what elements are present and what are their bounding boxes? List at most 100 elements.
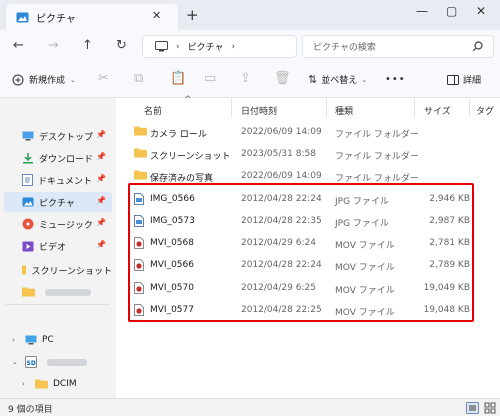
sidebar-item-label: ドキュメント bbox=[38, 176, 93, 187]
pictures-icon bbox=[16, 12, 29, 22]
file-name: カメラ ロール bbox=[150, 130, 207, 140]
up-icon[interactable]: ↑ bbox=[82, 38, 93, 53]
monitor-icon bbox=[155, 41, 168, 52]
column-divider bbox=[469, 98, 470, 118]
sidebar-item-videos[interactable]: ビデオ 📌 bbox=[4, 236, 112, 256]
chevron-right-icon: › bbox=[12, 336, 15, 344]
search-input[interactable]: ピクチャの検索 bbox=[313, 40, 376, 53]
status-bar: 9 個の項目 bbox=[0, 398, 500, 416]
sidebar-item-sd-card[interactable]: ⌄ SD bbox=[4, 352, 112, 372]
pin-icon: 📌 bbox=[96, 218, 106, 227]
maximize-icon[interactable]: ▢ bbox=[446, 4, 457, 18]
sidebar-divider bbox=[6, 304, 110, 305]
more-options-button[interactable]: ••• bbox=[385, 74, 406, 85]
search-box[interactable]: ピクチャの検索 bbox=[302, 35, 494, 58]
search-icon bbox=[472, 41, 483, 52]
close-window-icon[interactable]: ✕ bbox=[476, 4, 486, 18]
column-header-type[interactable]: 種類 bbox=[335, 104, 353, 117]
sidebar-item-pictures[interactable]: ピクチャ 📌 bbox=[4, 192, 112, 212]
delete-icon[interactable]: 🗑 bbox=[274, 71, 291, 86]
pc-icon bbox=[25, 335, 37, 345]
new-tab-icon[interactable]: + bbox=[186, 6, 199, 24]
chevron-right-icon: › bbox=[231, 41, 236, 52]
copy-icon[interactable]: ⧉ bbox=[134, 71, 143, 86]
new-button[interactable]: 新規作成 ⌄ bbox=[12, 73, 76, 86]
rename-icon[interactable]: ▭ bbox=[204, 71, 216, 86]
sort-button[interactable]: ⇅ 並べ替え ⌄ bbox=[308, 73, 367, 86]
sidebar-item-label: ピクチャ bbox=[39, 198, 75, 209]
sidebar-item-label: ダウンロード bbox=[39, 154, 94, 165]
sidebar-item-desktop[interactable]: デスクトップ 📌 bbox=[4, 126, 112, 146]
sidebar-item-screenshots[interactable]: スクリーンショット bbox=[4, 260, 112, 280]
column-divider bbox=[231, 98, 232, 118]
chevron-right-icon: › bbox=[176, 41, 180, 52]
sort-ascending-icon: ^ bbox=[184, 95, 192, 105]
details-pane-button[interactable]: 詳細 bbox=[447, 73, 481, 86]
folder-icon bbox=[134, 148, 147, 158]
plus-circle-icon bbox=[12, 74, 24, 85]
sidebar-item-label: DCIM bbox=[53, 379, 77, 389]
share-icon[interactable]: ⇪ bbox=[240, 71, 251, 86]
navigation-pane: デスクトップ 📌 ダウンロード 📌 ドキュメント 📌 ピクチャ 📌 ミュージック… bbox=[0, 98, 115, 398]
sidebar-item-label: PC bbox=[42, 335, 54, 345]
details-label: 詳細 bbox=[463, 76, 482, 86]
file-name: スクリーンショット bbox=[150, 152, 231, 162]
chevron-down-icon: ⌄ bbox=[12, 358, 18, 366]
chevron-right-icon: › bbox=[22, 380, 25, 388]
address-segment[interactable]: ピクチャ bbox=[188, 40, 224, 53]
cut-icon[interactable]: ✂ bbox=[98, 71, 109, 86]
sidebar-item-music[interactable]: ミュージック 📌 bbox=[4, 214, 112, 234]
column-header-tag[interactable]: タグ bbox=[476, 104, 494, 117]
large-icons-view-icon[interactable] bbox=[484, 402, 496, 414]
minimize-icon[interactable]: — bbox=[416, 4, 428, 18]
chevron-down-icon: ⌄ bbox=[70, 75, 76, 84]
desktop-icon bbox=[22, 131, 34, 141]
sort-icon: ⇅ bbox=[308, 73, 318, 86]
folder-icon bbox=[35, 379, 48, 389]
sidebar-item-dcim[interactable]: › DCIM bbox=[4, 374, 112, 394]
file-date: 2023/05/31 8:58 bbox=[241, 149, 316, 159]
music-icon bbox=[22, 218, 34, 230]
item-count: 9 個の項目 bbox=[8, 405, 53, 415]
sidebar-item-pc[interactable]: › PC bbox=[4, 330, 112, 350]
table-row[interactable]: カメラ ロール 2022/06/09 14:09 ファイル フォルダー bbox=[116, 122, 500, 144]
sidebar-item-downloads[interactable]: ダウンロード 📌 bbox=[4, 148, 112, 168]
column-header-name[interactable]: 名前 bbox=[144, 104, 162, 117]
paste-icon[interactable]: 📋 bbox=[170, 71, 186, 86]
download-icon bbox=[23, 153, 33, 164]
column-divider bbox=[326, 98, 327, 118]
folder-icon bbox=[22, 287, 35, 297]
pin-icon: 📌 bbox=[96, 240, 106, 249]
file-type: ファイル フォルダー bbox=[335, 130, 419, 140]
pin-icon: 📌 bbox=[96, 130, 106, 139]
document-icon bbox=[22, 174, 33, 186]
sidebar-item-documents[interactable]: ドキュメント 📌 bbox=[4, 170, 112, 190]
refresh-icon[interactable]: ↻ bbox=[116, 38, 127, 53]
sd-card-icon: SD bbox=[25, 356, 37, 368]
column-divider bbox=[414, 98, 415, 118]
file-date: 2022/06/09 14:09 bbox=[241, 171, 322, 181]
sidebar-item-label: ビデオ bbox=[39, 242, 67, 253]
close-tab-icon[interactable]: ✕ bbox=[152, 9, 161, 22]
video-icon bbox=[22, 241, 34, 251]
column-header-size[interactable]: サイズ bbox=[424, 104, 451, 117]
address-bar[interactable]: › ピクチャ › bbox=[142, 35, 297, 58]
column-header-date[interactable]: 日付時刻 bbox=[241, 104, 277, 117]
sidebar-item-label: デスクトップ bbox=[39, 132, 94, 143]
back-icon[interactable]: ← bbox=[13, 38, 24, 53]
tab-title: ピクチャ bbox=[36, 13, 76, 25]
file-date: 2022/06/09 14:09 bbox=[241, 127, 322, 137]
folder-icon bbox=[134, 126, 147, 136]
pin-icon: 📌 bbox=[96, 196, 106, 205]
sidebar-item-blurred-folder[interactable] bbox=[4, 282, 112, 302]
svg-text:SD: SD bbox=[27, 360, 36, 367]
details-view-icon[interactable] bbox=[466, 402, 479, 414]
chevron-down-icon: ⌄ bbox=[361, 75, 368, 84]
sort-button-label: 並べ替え bbox=[321, 76, 358, 86]
new-button-label: 新規作成 bbox=[29, 76, 66, 86]
table-row[interactable]: スクリーンショット 2023/05/31 8:58 ファイル フォルダー bbox=[116, 144, 500, 166]
pin-icon: 📌 bbox=[96, 174, 106, 183]
redacted-label bbox=[45, 288, 91, 296]
forward-icon[interactable]: → bbox=[48, 38, 59, 53]
redacted-label bbox=[47, 358, 87, 366]
